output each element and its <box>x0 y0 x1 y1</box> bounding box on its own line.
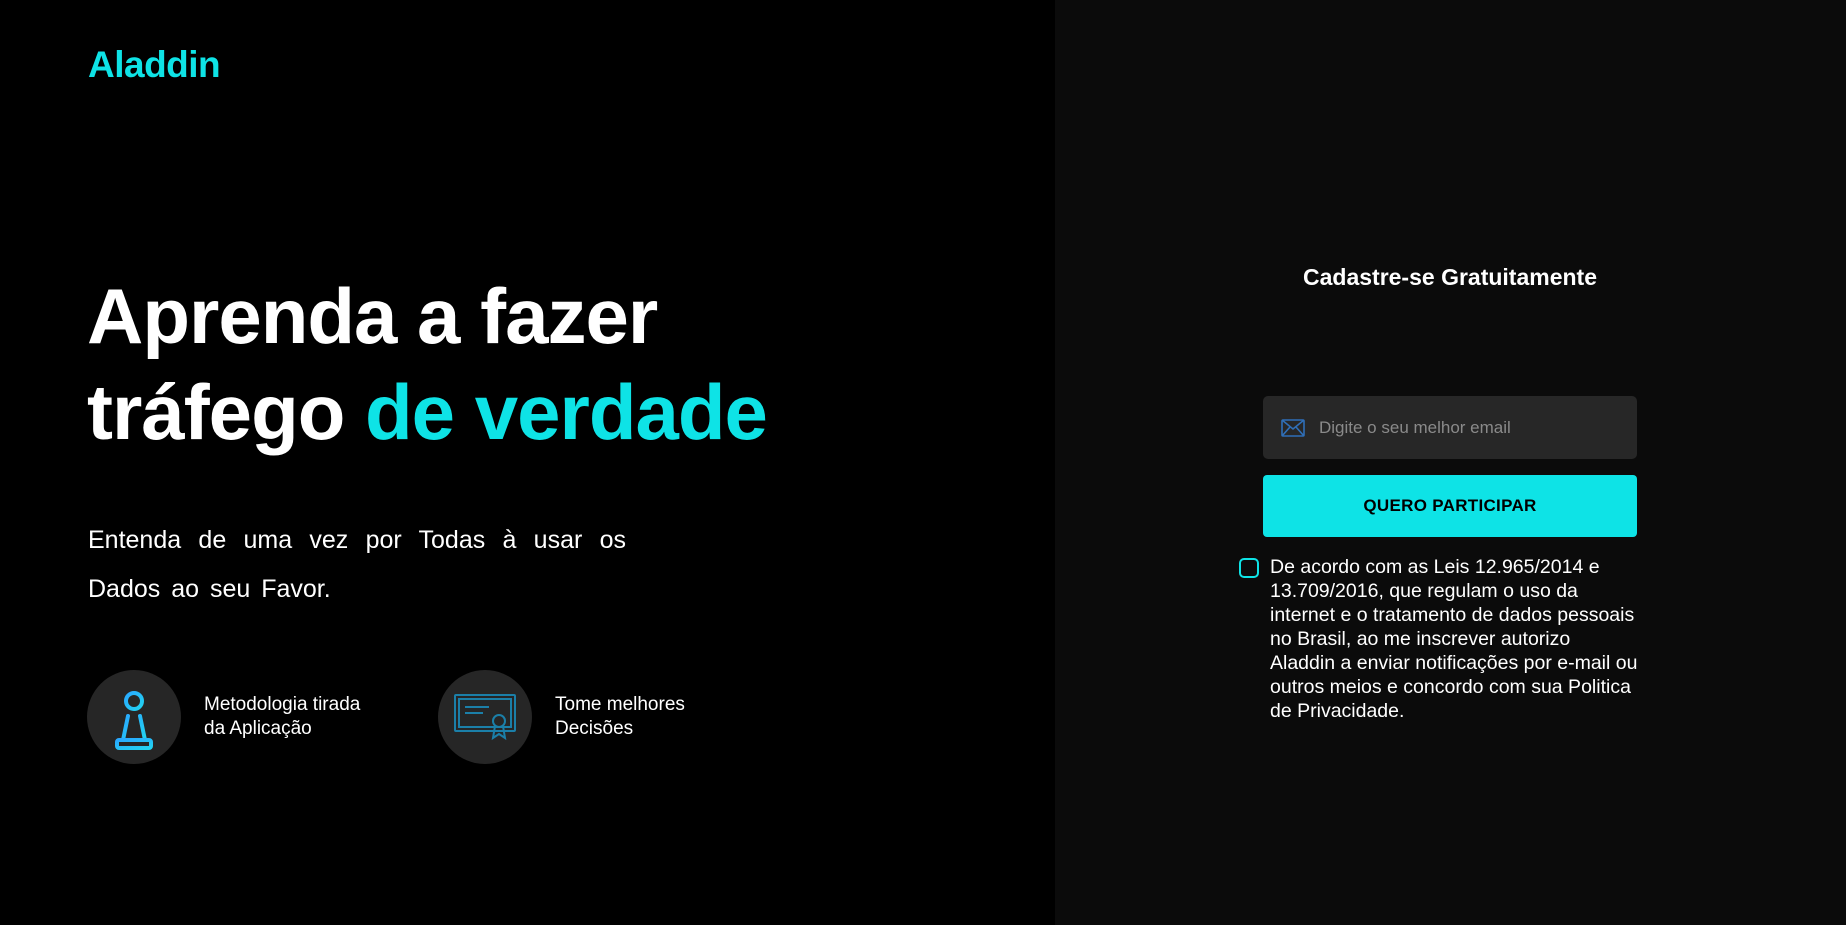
feature-text: Tome melhores Decisões <box>555 694 685 739</box>
headline-line2: tráfego <box>87 368 366 456</box>
headline-accent: de verdade <box>365 368 768 456</box>
consent-checkbox[interactable] <box>1239 558 1259 578</box>
form-title: Cadastre-se Gratuitamente <box>1303 264 1597 290</box>
email-field[interactable] <box>1263 396 1637 459</box>
feature-icon-circle <box>87 670 181 764</box>
feature-methodology: Metodologia tirada da Aplicação <box>87 670 360 764</box>
consent-text: De acordo com as Leis 12.965/2014 e 13.7… <box>1270 556 1638 722</box>
hero-panel: Aladdin Aprenda a fazer tráfego de verda… <box>0 0 1055 925</box>
headline: Aprenda a fazer tráfego de verdade <box>87 268 987 460</box>
signup-panel <box>1055 0 1846 925</box>
subtitle: Entenda de uma vez por Todas à usar os D… <box>88 526 626 603</box>
envelope-icon <box>1281 418 1305 437</box>
chess-pawn-icon <box>115 683 153 750</box>
feature-decisions: Tome melhores Decisões <box>438 670 685 764</box>
submit-button[interactable]: QUERO PARTICIPAR <box>1263 475 1637 537</box>
certificate-icon <box>454 694 516 741</box>
logo[interactable]: Aladdin <box>88 44 221 86</box>
headline-line1: Aprenda a fazer <box>87 272 658 360</box>
consent: De acordo com as Leis 12.965/2014 e 13.7… <box>1239 555 1639 723</box>
feature-icon-circle <box>438 670 532 764</box>
email-input[interactable] <box>1317 416 1621 439</box>
feature-text: Metodologia tirada da Aplicação <box>204 694 361 739</box>
